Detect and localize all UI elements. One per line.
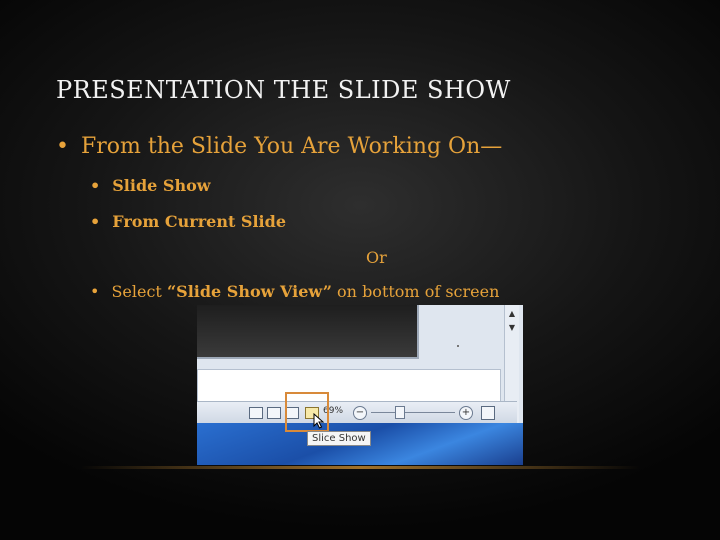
bullet-sub-slide-show: • Slide Show <box>90 176 211 195</box>
prev-slide-icon: ▲ <box>508 309 516 318</box>
bullet-dot: • <box>90 212 101 231</box>
bullet-select-suffix: on bottom of screen <box>331 282 500 301</box>
screenshot-status-bar: 69% − + <box>197 401 517 424</box>
screenshot-dot <box>457 345 459 347</box>
bullet-dot: • <box>90 176 101 195</box>
bullet-sub-slide-show-text: Slide Show <box>112 176 211 195</box>
next-slide-icon: ▼ <box>508 323 516 332</box>
bullet-sub-from-current: • From Current Slide <box>90 212 286 231</box>
mouse-cursor-icon <box>313 413 325 429</box>
bullet-main-text: From the Slide You Are Working On— <box>80 134 503 159</box>
bullet-dot: • <box>56 134 69 159</box>
bullet-select-prefix: Select <box>111 282 167 301</box>
bullet-dot: • <box>90 282 100 301</box>
bullet-main: • From the Slide You Are Working On— <box>56 134 502 159</box>
zoom-thumb <box>395 406 405 419</box>
zoom-in-icon: + <box>459 406 473 420</box>
or-text: Or <box>366 248 387 267</box>
screenshot-slide-pane <box>197 305 419 359</box>
slide-title: PRESENTATION THE SLIDE SHOW <box>56 76 511 104</box>
slide-sorter-icon <box>267 407 281 419</box>
bullet-select-bold: “Slide Show View” <box>166 282 332 301</box>
fit-window-icon <box>481 406 495 420</box>
powerpoint-screenshot: ▲ ▼ 69% − + Slice Show <box>197 305 523 465</box>
zoom-out-icon: − <box>353 406 367 420</box>
zoom-track <box>371 412 455 413</box>
normal-view-icon <box>249 407 263 419</box>
tooltip: Slice Show <box>307 431 371 446</box>
bullet-sub-from-current-text: From Current Slide <box>112 212 286 231</box>
bottom-glow-line <box>80 466 640 469</box>
screenshot-notes-pane <box>197 369 501 403</box>
bullet-sub-select-view: • Select “Slide Show View” on bottom of s… <box>90 282 499 301</box>
